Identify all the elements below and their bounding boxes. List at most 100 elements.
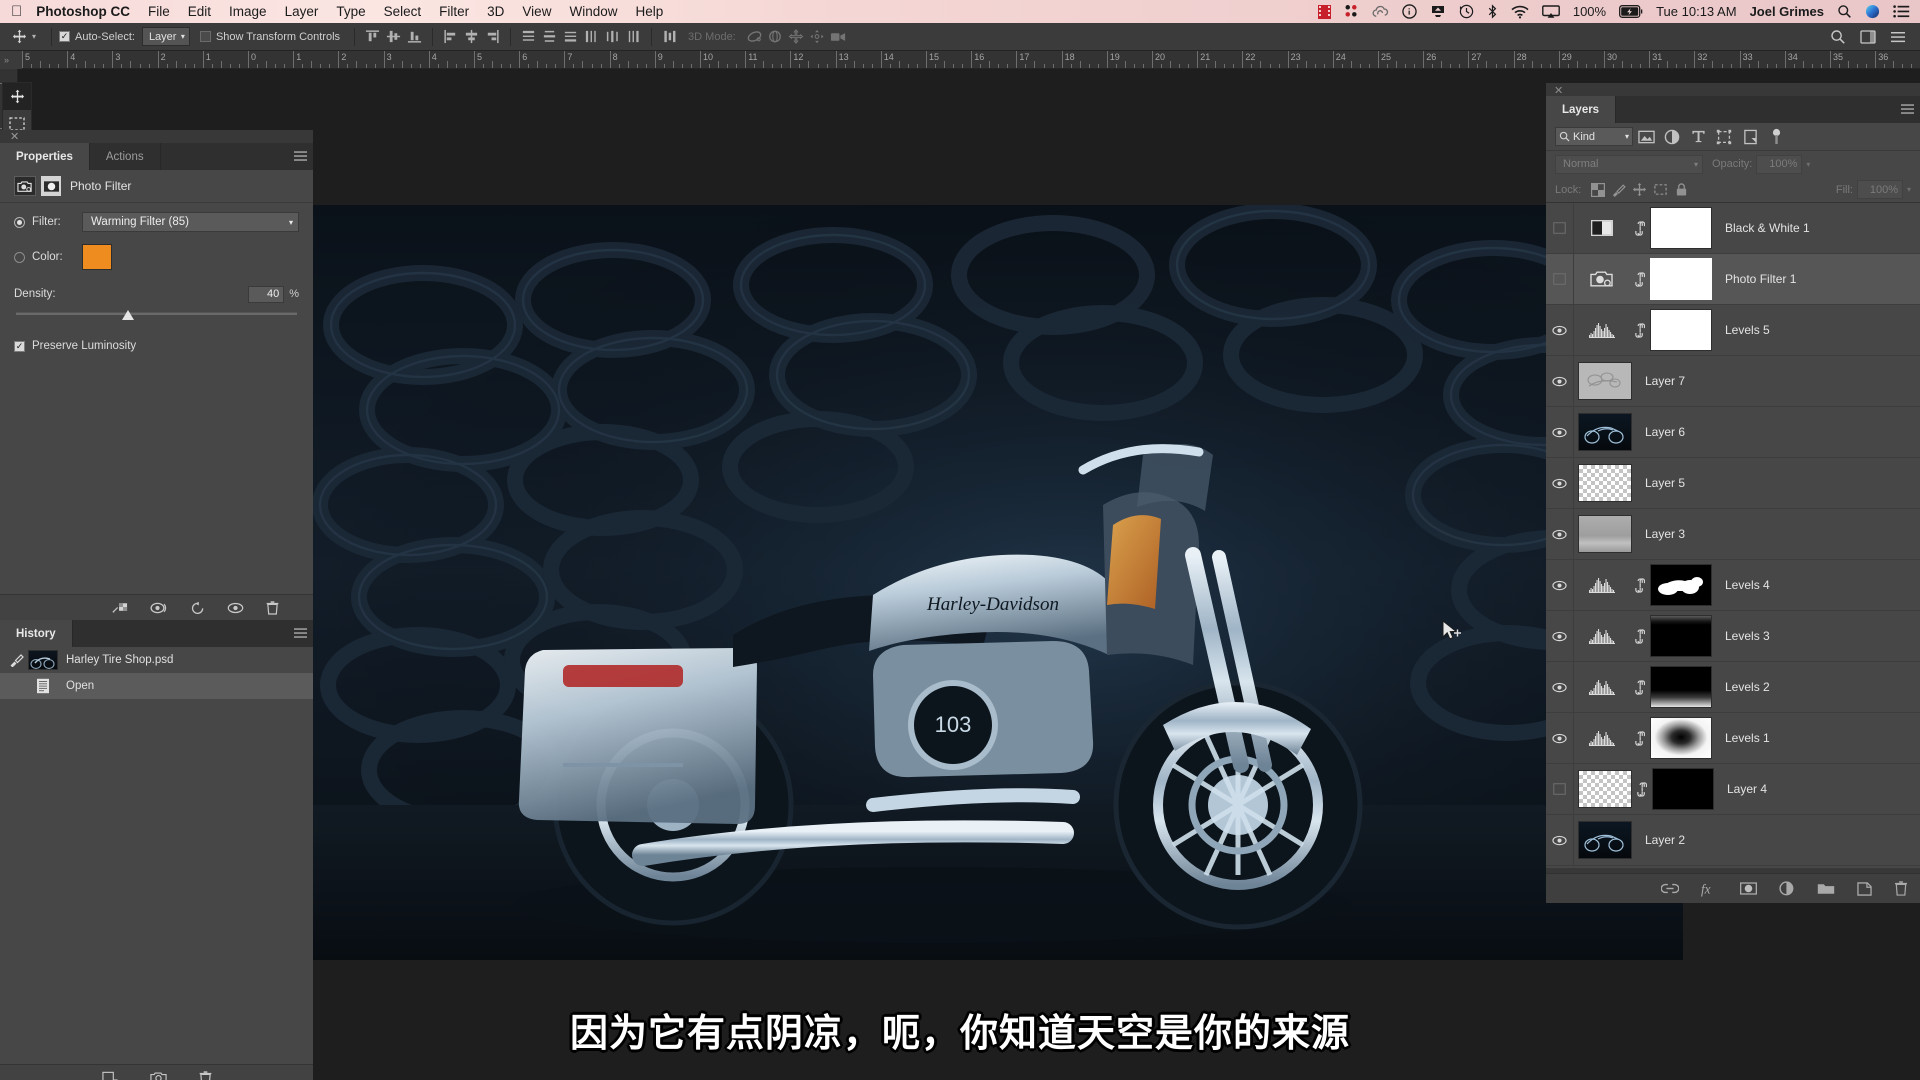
layer-mask-link-icon[interactable]: [1630, 322, 1650, 338]
distribute-vertical-centers-icon[interactable]: [539, 26, 560, 47]
filter-radio[interactable]: [14, 216, 25, 228]
distribute-right-edges-icon[interactable]: [623, 26, 644, 47]
lock-image-pixels-icon[interactable]: [1608, 180, 1629, 200]
layer-visibility-eye-icon[interactable]: [1546, 559, 1574, 611]
document-image[interactable]: 103 Harley-Davidson: [313, 205, 1683, 1017]
layer-visibility-off-icon[interactable]: [1546, 203, 1574, 254]
layer-row[interactable]: Levels 2: [1546, 661, 1920, 713]
ruler-corner[interactable]: »: [0, 51, 22, 69]
align-horizontal-centers-icon[interactable]: [461, 26, 482, 47]
panel-menu-icon[interactable]: [1894, 96, 1920, 123]
layer-name-label[interactable]: Layer 5: [1645, 476, 1685, 490]
menu-filter[interactable]: Filter: [439, 4, 469, 19]
layer-mask-thumbnail[interactable]: [1650, 564, 1712, 606]
blend-mode-dropdown[interactable]: Normal ▾: [1555, 154, 1703, 174]
layer-style-fx-icon[interactable]: fx: [1701, 881, 1718, 897]
panel-menu-icon[interactable]: [287, 620, 313, 647]
history-item-open[interactable]: Open: [0, 673, 313, 699]
airplay-display-icon[interactable]: [1430, 4, 1446, 20]
lock-transparent-pixels-icon[interactable]: [1587, 180, 1608, 200]
layer-name-label[interactable]: Black & White 1: [1725, 221, 1810, 235]
layer-name-label[interactable]: Levels 1: [1725, 731, 1770, 745]
preserve-luminosity-checkbox[interactable]: ✓: [14, 340, 25, 352]
density-input[interactable]: 40: [248, 285, 285, 303]
scale-3d-icon[interactable]: [828, 26, 849, 47]
wifi-icon[interactable]: [1511, 4, 1529, 20]
add-layer-mask-icon[interactable]: [1740, 882, 1757, 895]
layer-row[interactable]: Layer 7: [1546, 355, 1920, 407]
layer-visibility-eye-icon[interactable]: [1546, 712, 1574, 764]
opacity-scrubber-icon[interactable]: ▾: [1806, 160, 1810, 169]
layer-name-label[interactable]: Layer 7: [1645, 374, 1685, 388]
menu-bar-user-name[interactable]: Joel Grimes: [1750, 4, 1824, 19]
distribute-horizontal-centers-icon[interactable]: [602, 26, 623, 47]
panel-menu-icon[interactable]: [287, 143, 313, 170]
filter-select[interactable]: Warming Filter (85) ▾: [82, 212, 299, 232]
new-group-icon[interactable]: [1817, 882, 1835, 895]
layer-row[interactable]: Layer 6: [1546, 406, 1920, 458]
auto-align-layers-icon[interactable]: [659, 26, 680, 47]
align-vertical-centers-icon[interactable]: [383, 26, 404, 47]
create-document-from-state-icon[interactable]: [101, 1071, 118, 1080]
layer-name-label[interactable]: Levels 5: [1725, 323, 1770, 337]
layer-mask-link-icon[interactable]: [1630, 220, 1650, 236]
filter-type-icon[interactable]: [1685, 126, 1711, 148]
menu-image[interactable]: Image: [229, 4, 267, 19]
layer-visibility-off-icon[interactable]: [1546, 253, 1574, 305]
filter-adjustment-icon[interactable]: [1659, 126, 1685, 148]
layer-mask-thumbnail[interactable]: [1650, 666, 1712, 708]
clip-to-layer-icon[interactable]: [112, 601, 128, 614]
distribute-left-edges-icon[interactable]: [581, 26, 602, 47]
menu-type[interactable]: Type: [336, 4, 365, 19]
layer-filter-kind-dropdown[interactable]: Kind ▾: [1555, 127, 1633, 146]
apple-logo-icon[interactable]: : [11, 4, 22, 19]
create-snapshot-icon[interactable]: [149, 1071, 167, 1080]
distribute-top-edges-icon[interactable]: [518, 26, 539, 47]
levels-adjustment-icon[interactable]: [1574, 577, 1630, 593]
tab-actions[interactable]: Actions: [90, 143, 161, 170]
layer-visibility-eye-icon[interactable]: [1546, 508, 1574, 560]
opacity-input[interactable]: 100%: [1756, 154, 1803, 174]
layer-row[interactable]: Photo Filter 1: [1546, 253, 1920, 305]
toggle-visibility-icon[interactable]: [227, 602, 244, 614]
layer-mask-link-icon[interactable]: [1630, 577, 1650, 593]
layer-thumbnail[interactable]: [1574, 770, 1632, 808]
layer-mask-thumbnail[interactable]: [1652, 768, 1714, 810]
align-top-edges-icon[interactable]: [362, 26, 383, 47]
layer-name-label[interactable]: Layer 6: [1645, 425, 1685, 439]
menu-help[interactable]: Help: [635, 4, 663, 19]
delete-layer-icon[interactable]: [1894, 881, 1908, 896]
horizontal-ruler[interactable]: 5 4 3 2 1 0 1 2 3 4 5 6 7 8 9 10 11 12 13 14 15 16 17 18 19 20 21 2…: [0, 51, 1920, 69]
delete-icon[interactable]: [266, 600, 279, 615]
spotlight-search-icon[interactable]: [1837, 4, 1852, 20]
menu-select[interactable]: Select: [384, 4, 422, 19]
align-bottom-edges-icon[interactable]: [404, 26, 425, 47]
layer-visibility-eye-icon[interactable]: [1546, 355, 1574, 407]
roll-3d-icon[interactable]: [765, 26, 786, 47]
layer-visibility-off-icon[interactable]: [1546, 763, 1574, 815]
filter-pixel-icon[interactable]: [1633, 126, 1659, 148]
levels-adjustment-icon[interactable]: [1574, 628, 1630, 644]
search-icon[interactable]: [1830, 29, 1846, 45]
tool-preset-chevron-down-icon[interactable]: ▾: [32, 32, 36, 41]
photo-filter-adjustment-icon[interactable]: [1574, 270, 1630, 288]
slide-3d-icon[interactable]: [807, 26, 828, 47]
layer-mask-link-icon[interactable]: [1630, 628, 1650, 644]
panel-menu-icon[interactable]: [1890, 30, 1906, 44]
screen-recorder-icon[interactable]: [1317, 4, 1331, 20]
layer-mask-thumbnail[interactable]: [1650, 615, 1712, 657]
layer-thumbnail[interactable]: [1574, 515, 1632, 553]
distribute-bottom-edges-icon[interactable]: [560, 26, 581, 47]
align-left-edges-icon[interactable]: [440, 26, 461, 47]
filter-power-toggle-icon[interactable]: [1763, 126, 1789, 148]
new-adjustment-layer-icon[interactable]: [1779, 880, 1795, 897]
layer-thumbnail[interactable]: [1574, 413, 1632, 451]
layer-row[interactable]: Layer 2: [1546, 814, 1920, 866]
collapse-arrows-icon[interactable]: »: [0, 51, 22, 69]
layer-row[interactable]: Layer 4: [1546, 763, 1920, 815]
lock-position-icon[interactable]: [1629, 180, 1650, 200]
layer-name-label[interactable]: Levels 4: [1725, 578, 1770, 592]
layers-list[interactable]: Black & White 1 Photo Filter 1 Levels 5 Lay…: [1546, 203, 1920, 868]
layer-mask-thumbnail[interactable]: [1650, 207, 1712, 249]
menu-view[interactable]: View: [522, 4, 551, 19]
